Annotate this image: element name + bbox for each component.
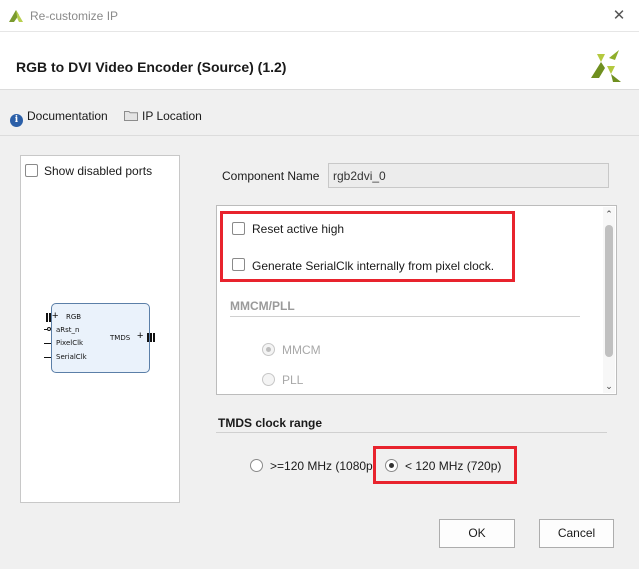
generate-serialclk-checkbox[interactable]: [232, 258, 245, 271]
folder-icon: [124, 111, 138, 121]
pll-radio[interactable]: [262, 373, 275, 386]
port-label-serialclk: SerialClk: [56, 353, 87, 361]
serialclk-port-line: [44, 357, 51, 358]
ok-button[interactable]: OK: [439, 519, 515, 548]
mmcm-pll-divider: [230, 316, 580, 317]
port-label-tmds: TMDS: [110, 334, 131, 342]
scroll-down-icon[interactable]: ⌄: [603, 379, 615, 393]
tmds-1080p-label: >=120 MHz (1080p: [270, 459, 373, 473]
close-button[interactable]: ✕: [606, 4, 632, 28]
xilinx-logo-icon: [591, 50, 621, 82]
mmcm-radio[interactable]: [262, 343, 275, 356]
tmds-expand-icon[interactable]: +: [137, 331, 143, 342]
tmds-1080p-radio[interactable]: [250, 459, 263, 472]
port-label-pixelclk: PixelClk: [56, 339, 84, 347]
component-name-label: Component Name: [222, 169, 320, 183]
rgb-port-bar: [49, 313, 51, 322]
reset-port-bubble: [47, 327, 51, 331]
tmds-clock-range-title: TMDS clock range: [218, 416, 323, 430]
mmcm-pll-section-title: MMCM/PLL: [230, 299, 295, 313]
pixelclk-port-line: [44, 343, 51, 344]
tmds-720p-label: < 120 MHz (720p): [405, 459, 502, 473]
window-title: Re-customize IP: [30, 9, 119, 23]
show-disabled-ports-checkbox[interactable]: [25, 164, 38, 177]
ip-location-link[interactable]: IP Location: [124, 109, 202, 125]
reset-active-high-checkbox[interactable]: [232, 222, 245, 235]
mmcm-label: MMCM: [282, 343, 321, 357]
port-label-arst: aRst_n: [56, 326, 80, 334]
ip-location-label: IP Location: [142, 109, 202, 123]
tmds-720p-radio[interactable]: [385, 459, 398, 472]
component-name-field[interactable]: rgb2dvi_0: [328, 163, 609, 188]
toolbar-divider: [0, 135, 639, 136]
port-label-rgb: RGB: [66, 313, 82, 321]
reset-active-high-label: Reset active high: [252, 222, 345, 236]
generate-serialclk-label: Generate SerialClk internally from pixel…: [252, 259, 495, 273]
pll-label: PLL: [282, 373, 304, 387]
rgb-port-bar: [46, 313, 48, 322]
tmds-port-bar: [150, 333, 152, 342]
rgb-expand-icon[interactable]: +: [52, 311, 58, 322]
ip-title: RGB to DVI Video Encoder (Source) (1.2): [16, 59, 287, 75]
show-disabled-ports-label: Show disabled ports: [44, 164, 153, 178]
vivado-app-icon: [9, 10, 23, 22]
reset-port-line: [44, 329, 47, 330]
tmds-divider: [216, 432, 607, 433]
cancel-button[interactable]: Cancel: [539, 519, 614, 548]
info-icon: i: [10, 114, 23, 127]
tmds-port-bar: [147, 333, 149, 342]
documentation-link[interactable]: i Documentation: [10, 109, 108, 127]
tmds-port-bar: [153, 333, 155, 342]
documentation-label: Documentation: [27, 109, 108, 123]
scroll-up-icon[interactable]: ⌃: [603, 207, 615, 221]
scrollbar-thumb[interactable]: [605, 225, 613, 357]
